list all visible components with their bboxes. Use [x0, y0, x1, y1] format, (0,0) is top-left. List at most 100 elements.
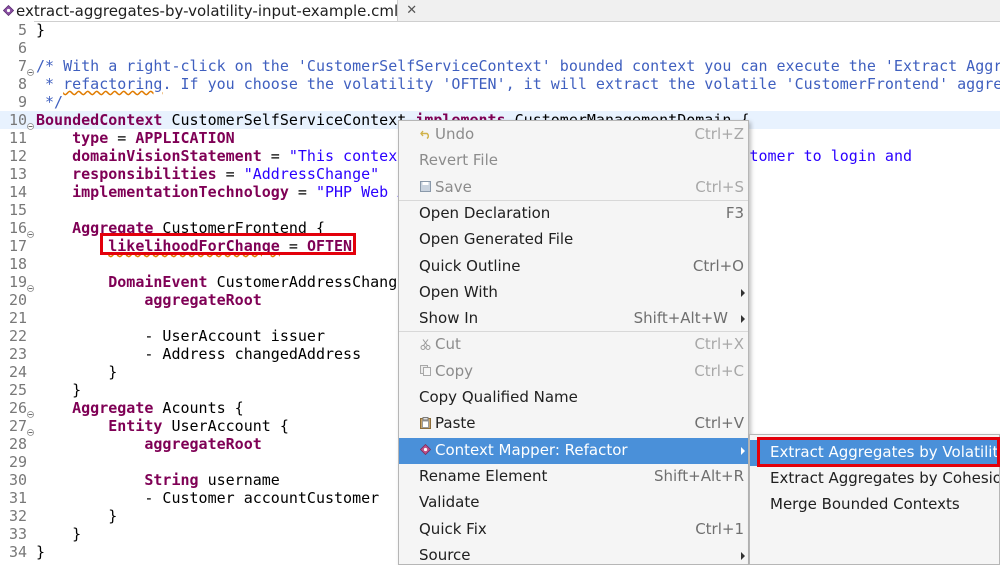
menu-item-undo[interactable]: Undo Ctrl+Z: [399, 122, 748, 148]
menu-item-quick-fix[interactable]: Quick Fix Ctrl+1: [399, 517, 748, 543]
menu-item-save[interactable]: Save Ctrl+S: [399, 175, 748, 201]
code-text: aggregateRoot: [36, 291, 262, 309]
menu-item-quick-outline[interactable]: Quick Outline Ctrl+O: [399, 254, 748, 280]
copy-icon: [419, 365, 431, 377]
submenu-arrow-icon: [740, 309, 746, 327]
menu-item-shortcut: Ctrl+1: [695, 519, 744, 538]
code-token: CustomerSelfServiceContext: [162, 111, 416, 129]
menu-item-source[interactable]: Source: [399, 543, 748, 564]
menu-item-shortcut: Ctrl+V: [694, 414, 744, 433]
submenu-item-extract-aggregates-by-cohesion[interactable]: Extract Aggregates by Cohesion: [750, 466, 999, 492]
save-icon: [419, 181, 431, 193]
code-token: aggregateRoot: [144, 291, 262, 309]
line-number: 26: [8, 399, 27, 417]
fold-toggle-icon[interactable]: [27, 422, 34, 436]
menu-item-rename-element[interactable]: Rename Element Shift+Alt+R: [399, 464, 748, 490]
code-text: DomainEvent CustomerAddressChange: [36, 273, 406, 291]
fold-toggle-icon[interactable]: [27, 404, 34, 418]
cut-icon: [419, 338, 431, 350]
code-line[interactable]: 8 * refactoring. If you choose the volat…: [0, 75, 1000, 93]
code-token: CustomerAddressChange: [207, 273, 407, 291]
line-number: 13: [8, 165, 27, 183]
menu-item-label: Quick Fix: [419, 519, 487, 538]
submenu-arrow-icon: [740, 546, 746, 564]
menu-item-paste[interactable]: Paste Ctrl+V: [399, 411, 748, 437]
line-number: 27: [8, 417, 27, 435]
line-number: 30: [8, 471, 27, 489]
menu-item-label: Paste: [435, 414, 476, 433]
code-text: - Customer accountCustomer: [36, 489, 379, 507]
menu-item-validate[interactable]: Validate: [399, 490, 748, 516]
menu-item-label: Rename Element: [419, 466, 548, 485]
menu-item-open-declaration[interactable]: Open Declaration F3: [399, 201, 748, 227]
fold-toggle-icon[interactable]: [27, 62, 34, 76]
tab-title: extract-aggregates-by-volatility-input-e…: [16, 1, 399, 20]
line-number: 22: [8, 327, 27, 345]
code-token: "PHP Web A: [315, 183, 407, 201]
code-token: String: [144, 471, 199, 489]
line-number: 6: [17, 39, 27, 57]
menu-item-open-generated-file[interactable]: Open Generated File: [399, 227, 748, 253]
menu-item-cut[interactable]: Cut Ctrl+X: [399, 332, 748, 358]
code-token: */: [36, 93, 64, 111]
code-line[interactable]: 5}: [0, 21, 1000, 39]
code-token: Entity: [108, 417, 163, 435]
highlight-box-likelihood: [100, 233, 356, 255]
menu-item-shortcut: Shift+Alt+W: [633, 309, 728, 328]
submenu-item-merge-bounded-contexts[interactable]: Merge Bounded Contexts: [750, 492, 999, 518]
line-number: 32: [8, 507, 27, 525]
line-number: 31: [8, 489, 27, 507]
highlight-box-extract-volatility: [757, 437, 1000, 467]
fold-toggle-icon[interactable]: [27, 278, 34, 292]
code-token: type: [72, 129, 109, 147]
code-token: "AddressChange": [243, 165, 380, 183]
line-number: 17: [8, 237, 27, 255]
code-text: }: [36, 381, 81, 399]
menu-item-context-mapper-refactor[interactable]: Context Mapper: Refactor: [399, 437, 748, 464]
fold-toggle-icon[interactable]: [27, 116, 34, 130]
menu-item-show-in[interactable]: Show In Shift+Alt+W: [399, 306, 748, 332]
menu-item-revert-file[interactable]: Revert File: [399, 148, 748, 174]
menu-item-label: Revert File: [419, 151, 498, 170]
editor-tab[interactable]: extract-aggregates-by-volatility-input-e…: [0, 0, 417, 21]
code-token: }: [36, 381, 82, 399]
line-number: 16: [8, 219, 27, 237]
code-token: }: [36, 525, 82, 543]
menu-item-shortcut: Ctrl+C: [694, 361, 744, 380]
close-tab-icon[interactable]: ✕: [406, 3, 417, 18]
menu-item-label: Copy: [435, 361, 474, 380]
menu-item-label: Cut: [435, 335, 461, 354]
line-number: 21: [8, 309, 27, 327]
line-number: 19: [8, 273, 27, 291]
code-line[interactable]: 9 */: [0, 93, 1000, 111]
menu-item-copy-qualified-name[interactable]: Copy Qualified Name: [399, 385, 748, 411]
code-token: =: [108, 129, 136, 147]
code-line[interactable]: 6: [0, 39, 1000, 57]
code-token: }: [36, 507, 118, 525]
menu-item-copy[interactable]: Copy Ctrl+C: [399, 359, 748, 385]
line-number: 20: [8, 291, 27, 309]
code-text: responsibilities = "AddressChange": [36, 165, 379, 183]
code-text: * refactoring. If you choose the volatil…: [36, 75, 1000, 93]
menu-item-shortcut: F3: [725, 203, 744, 222]
line-number: 15: [8, 201, 27, 219]
line-number: 34: [8, 543, 27, 561]
code-text: aggregateRoot: [36, 435, 261, 453]
editor-tab-bar: extract-aggregates-by-volatility-input-e…: [0, 0, 1000, 22]
context-mapper-icon: [419, 444, 431, 456]
menu-item-label: Open With: [419, 282, 498, 301]
code-line[interactable]: 7 /* With a right-click on the 'CustomerS…: [0, 57, 1000, 76]
code-token: refactoring: [63, 75, 163, 93]
fold-toggle-icon[interactable]: [27, 224, 34, 238]
code-token: /* With a right-click on the 'CustomerSe…: [36, 57, 1000, 75]
line-number: 18: [8, 255, 27, 273]
menu-item-label: Open Declaration: [419, 203, 551, 222]
menu-item-shortcut: Shift+Alt+R: [654, 466, 744, 485]
menu-item-open-with[interactable]: Open With: [399, 280, 748, 306]
code-token: =: [216, 165, 244, 183]
menu-item-shortcut: Ctrl+O: [692, 256, 744, 275]
